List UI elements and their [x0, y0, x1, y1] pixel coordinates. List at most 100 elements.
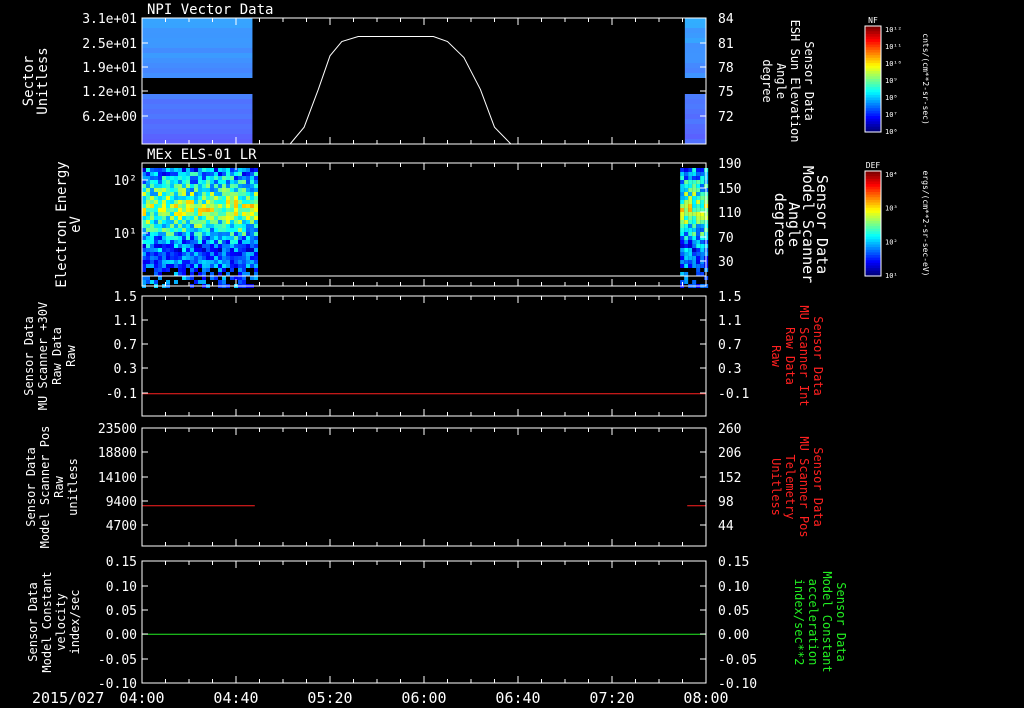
heat-cell [186, 188, 190, 192]
heat-cell [230, 184, 234, 188]
y-axis-label-line: Raw [64, 344, 78, 366]
heat-cell [254, 216, 258, 220]
heat-cell [230, 204, 234, 208]
heat-cell [250, 208, 254, 212]
heat-cell [146, 236, 150, 240]
heat-cell [696, 188, 701, 192]
heat-cell [154, 176, 158, 180]
heat-cell [202, 228, 206, 232]
heat-cell [202, 252, 206, 256]
heat-cell [242, 184, 246, 188]
heat-cell [214, 276, 218, 280]
heat-cell [254, 260, 258, 264]
heat-cell [218, 216, 222, 220]
heat-cell [170, 200, 174, 204]
y2-axis-label-line: Sensor Data [811, 316, 825, 395]
heat-cell [242, 260, 246, 264]
heat-cell [696, 268, 701, 272]
heat-cell [696, 260, 701, 264]
heat-cell [206, 268, 210, 272]
heat-cell [142, 240, 146, 244]
heat-cell [178, 180, 182, 184]
heat-cell [178, 208, 182, 212]
heat-cell [250, 264, 254, 268]
heat-cell [146, 204, 150, 208]
heat-cell [684, 73, 706, 78]
heat-cell [238, 188, 242, 192]
heat-cell [202, 268, 206, 272]
y-tick-label: 4700 [106, 519, 137, 534]
heat-cell [150, 240, 154, 244]
heat-cell [680, 264, 685, 268]
y2-axis-label-line: MU Scanner Int [797, 305, 811, 406]
colorbar-unit: cnts/(cm**2-sr-sec) [921, 33, 930, 125]
colorbar-title: DEF [866, 161, 881, 170]
heat-cell [234, 216, 238, 220]
heat-cell [214, 172, 218, 176]
heat-cell [142, 224, 146, 228]
heat-cell [254, 256, 258, 260]
heat-cell [254, 192, 258, 196]
heat-cell [254, 220, 258, 224]
heat-cell [222, 252, 226, 256]
heat-cell [210, 172, 214, 176]
heat-cell [150, 188, 154, 192]
y2-axis-label-line: index/sec**2 [792, 579, 806, 666]
colorbar-tick-label: 10⁴ [885, 171, 898, 179]
heat-cell [250, 228, 254, 232]
heat-cell [154, 168, 158, 172]
heat-cell [238, 168, 242, 172]
heat-cell [242, 208, 246, 212]
y2-axis-label-line: ESH Sun Elevation [788, 20, 802, 143]
heat-cell [142, 208, 146, 212]
y2-tick-label: 1.1 [718, 314, 741, 329]
heat-cell [198, 272, 202, 276]
heat-cell [178, 272, 182, 276]
heat-cell [154, 212, 158, 216]
heat-cell [226, 228, 230, 232]
heat-cell [230, 252, 234, 256]
heat-cell [234, 256, 238, 260]
heat-cell [154, 196, 158, 200]
heat-cell [194, 244, 198, 248]
heat-cell [170, 208, 174, 212]
heat-cell [170, 184, 174, 188]
heat-cell [142, 204, 146, 208]
heat-cell [210, 248, 214, 252]
heat-cell [684, 48, 706, 53]
heat-cell [700, 248, 705, 252]
heat-cell [226, 236, 230, 240]
heat-cell [250, 168, 254, 172]
heat-cell [214, 192, 218, 196]
heat-cell [218, 208, 222, 212]
heat-cell [150, 228, 154, 232]
heat-cell [246, 244, 250, 248]
heat-cell [218, 180, 222, 184]
stacked-time-series-plot: 3.1e+01 2.5e+01 1.9e+01 1.2e+01 6.2e+00 84 81 7… [0, 0, 1024, 708]
heat-cell [194, 224, 198, 228]
heat-cell [202, 260, 206, 264]
heat-cell [166, 192, 170, 196]
colorbar-tick-label: 10¹ [885, 272, 898, 280]
y2-tick-label: 0.10 [718, 580, 749, 595]
heat-cell [210, 256, 214, 260]
heat-cell [186, 168, 190, 172]
heat-cell [170, 176, 174, 180]
heat-cell [246, 208, 250, 212]
heat-cell [162, 224, 166, 228]
heat-cell [206, 188, 210, 192]
heat-cell [696, 236, 701, 240]
heat-cell [684, 208, 689, 212]
heat-cell [142, 129, 253, 134]
y-axis-label-line: Unitless [35, 47, 51, 114]
heat-cell [142, 268, 146, 272]
heat-cell [178, 188, 182, 192]
heat-cell [218, 220, 222, 224]
heat-cell [692, 220, 697, 224]
heat-cell [206, 204, 210, 208]
heat-cell [182, 196, 186, 200]
heat-cell [696, 200, 701, 204]
heat-cell [222, 248, 226, 252]
heat-cell [182, 212, 186, 216]
heat-cell [186, 204, 190, 208]
